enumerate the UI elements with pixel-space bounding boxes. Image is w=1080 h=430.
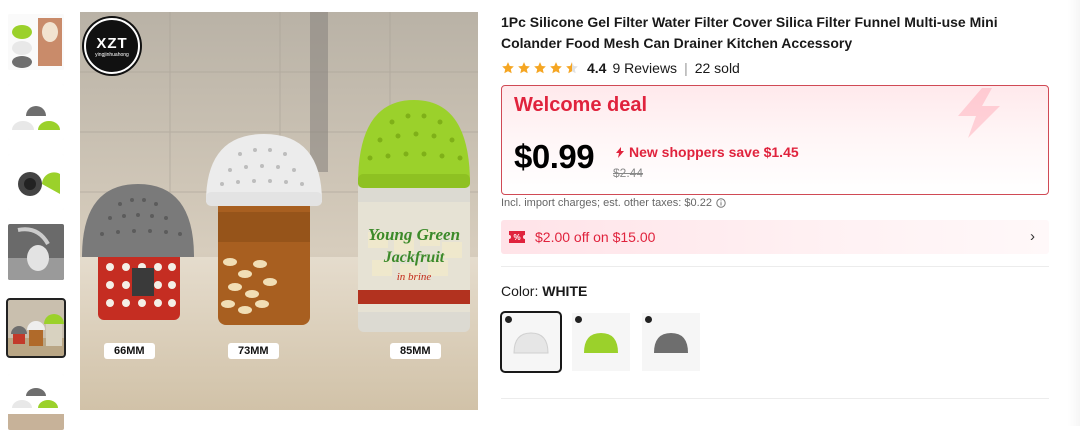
shopper-savings: New shoppers save $1.45 (615, 144, 799, 160)
jar-label-line-2: Jackfruit (383, 249, 445, 266)
jar-label-line-3: in brine (397, 271, 432, 283)
coupon-text: $2.00 off on $15.00 (535, 229, 656, 245)
thumbnail-1[interactable] (8, 14, 64, 70)
color-option-green[interactable] (572, 313, 630, 371)
brand-logo-subtext: yingjinhuahong (95, 51, 129, 58)
color-option-white[interactable] (500, 311, 562, 373)
thumbnail-4[interactable] (8, 224, 64, 280)
welcome-deal-box: Welcome deal $0.99 New shoppers save $1.… (501, 85, 1049, 195)
thumbnail-3[interactable] (8, 154, 64, 210)
chevron-right-icon: › (1030, 228, 1035, 245)
product-info: 1Pc Silicone Gel Filter Water Filter Cov… (501, 12, 1049, 76)
original-price: $2.44 (613, 166, 644, 180)
rating-value: 4.4 (587, 60, 607, 76)
color-selected-value: WHITE (542, 283, 588, 299)
color-dot (505, 316, 512, 323)
thumbnail-2[interactable] (8, 84, 64, 140)
color-option-gray[interactable] (642, 313, 700, 371)
jar-label-line-1: Young Green (368, 225, 460, 244)
color-dot (575, 316, 582, 323)
star-rating[interactable] (501, 61, 579, 75)
thumbnail-6[interactable] (8, 374, 64, 430)
half-star-icon (566, 62, 578, 74)
divider (501, 398, 1049, 399)
color-dot (645, 316, 652, 323)
brand-logo: XZT yingjinhuahong (84, 18, 140, 74)
tag-icon (616, 146, 624, 158)
sold-count: 22 sold (694, 60, 740, 76)
deal-title: Welcome deal (514, 94, 648, 116)
size-tag-85: 85MM (390, 343, 441, 359)
page-edge (1068, 0, 1080, 426)
size-tag-73: 73MM (228, 343, 279, 359)
tax-info: Incl. import charges; est. other taxes: … (501, 197, 726, 209)
coupon-banner[interactable]: % $2.00 off on $15.00 › (501, 220, 1049, 254)
size-tag-66: 66MM (104, 343, 155, 359)
color-label-prefix: Color: (501, 283, 543, 299)
star-icon (518, 62, 530, 74)
coupon-icon: % (509, 231, 525, 243)
star-icon (502, 62, 514, 74)
star-icon (550, 62, 562, 74)
color-label: Color: WHITE (501, 283, 587, 299)
sale-price: $0.99 (514, 138, 595, 175)
product-title: 1Pc Silicone Gel Filter Water Filter Cov… (501, 14, 998, 51)
reviews-link[interactable]: 9 Reviews (612, 60, 677, 76)
savings-text: New shoppers save $1.45 (629, 144, 799, 160)
thumbnail-5[interactable] (6, 298, 66, 358)
divider (501, 266, 1049, 267)
star-icon (534, 62, 546, 74)
separator: | (684, 60, 688, 76)
brand-logo-text: XZT (96, 34, 128, 52)
lightning-icon (958, 88, 1000, 138)
rating-row: 4.4 9 Reviews | 22 sold (501, 60, 1049, 76)
info-icon[interactable] (716, 198, 726, 208)
svg-text:%: % (513, 233, 520, 242)
tax-text: Incl. import charges; est. other taxes: … (501, 197, 712, 209)
main-product-image[interactable]: Young Green Jackfruit in brine XZT yingj… (80, 12, 478, 410)
